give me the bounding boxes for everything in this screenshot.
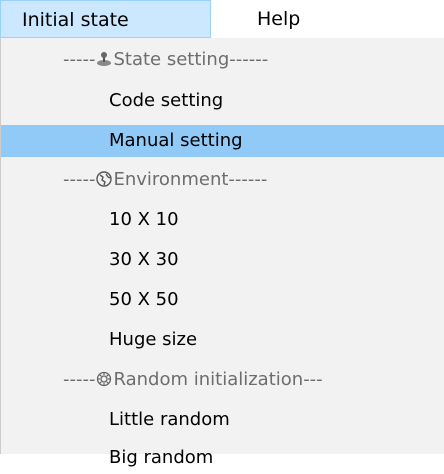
menu-item-size-10[interactable]: 10 X 10 [1, 204, 444, 236]
menu-item-code-setting[interactable]: Code setting [1, 85, 444, 117]
globe-icon [96, 171, 113, 187]
menu-item-little-random[interactable]: Little random [1, 404, 444, 436]
menu-item-size-50[interactable]: 50 X 50 [1, 284, 444, 316]
menu-bar: Initial state Help [0, 0, 444, 38]
menu-item-huge-size[interactable]: Huge size [1, 324, 444, 356]
state-setting-header: ----- State setting------ [1, 44, 444, 76]
state-setting-prefix: ----- [63, 49, 96, 70]
environment-label: Environment------ [113, 169, 268, 190]
menu-initial-state[interactable]: Initial state [0, 0, 211, 38]
random-init-label: Random initialization--- [113, 369, 323, 390]
random-init-header: ----- Random initialization--- [1, 364, 444, 396]
menu-item-big-random[interactable]: Big random [1, 442, 444, 474]
state-setting-label: State setting------ [113, 49, 269, 70]
gear-icon [96, 371, 112, 387]
menu-help[interactable]: Help [211, 0, 331, 38]
menu-item-size-30[interactable]: 30 X 30 [1, 244, 444, 276]
environment-prefix: ----- [63, 169, 96, 190]
random-init-prefix: ----- [63, 369, 96, 390]
environment-header: ----- Environment------ [1, 164, 444, 196]
menu-item-manual-setting[interactable]: Manual setting [1, 125, 444, 157]
joystick-icon [96, 51, 112, 67]
initial-state-dropdown: ----- State setting------ Code setting Ma… [0, 38, 444, 468]
